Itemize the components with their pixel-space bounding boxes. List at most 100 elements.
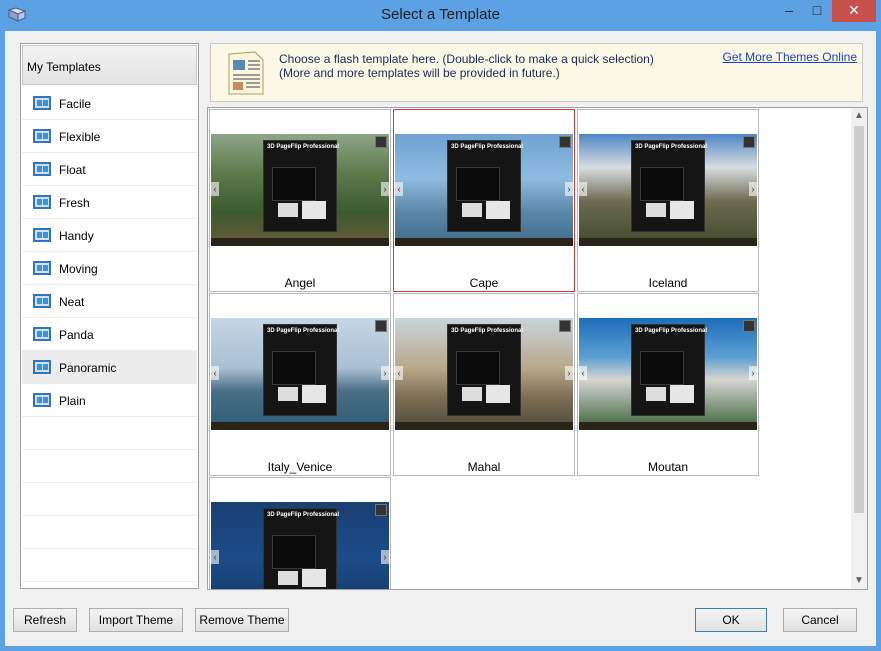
toolbar-strip bbox=[395, 238, 573, 246]
template-icon bbox=[33, 261, 51, 275]
next-page-icon: › bbox=[749, 182, 757, 196]
template-list-item[interactable]: Fresh bbox=[22, 186, 197, 219]
close-button[interactable]: ✕ bbox=[832, 0, 876, 22]
template-thumbnail: 3D PageFlip Professional ‹ › bbox=[395, 318, 573, 430]
template-thumbnail: 3D PageFlip Professional ‹ › bbox=[579, 134, 757, 246]
template-icon bbox=[33, 327, 51, 341]
monitor-icon bbox=[278, 203, 298, 217]
empty-list-row bbox=[22, 549, 197, 582]
book-cover: 3D PageFlip Professional bbox=[263, 324, 339, 416]
template-name: Moutan bbox=[647, 460, 689, 474]
prev-page-icon: ‹ bbox=[211, 550, 219, 564]
monitor-icon bbox=[462, 387, 482, 401]
vertical-scrollbar[interactable]: ▲ ▼ bbox=[851, 108, 867, 589]
template-name: Iceland bbox=[648, 276, 688, 290]
book-screen bbox=[272, 535, 316, 569]
next-page-icon: › bbox=[381, 550, 389, 564]
my-templates-header[interactable]: My Templates bbox=[22, 45, 197, 85]
next-page-icon: › bbox=[749, 366, 757, 380]
template-thumbnail: 3D PageFlip Professional ‹ › bbox=[579, 318, 757, 430]
minimize-button[interactable]: – bbox=[775, 0, 803, 22]
monitor-icon bbox=[486, 201, 510, 219]
scrollbar-thumb[interactable] bbox=[854, 126, 864, 513]
monitor-icon bbox=[646, 387, 666, 401]
book-screen bbox=[456, 167, 500, 201]
corner-logo-icon bbox=[559, 320, 571, 332]
prev-page-icon: ‹ bbox=[579, 182, 587, 196]
import-theme-button[interactable]: Import Theme bbox=[89, 608, 183, 632]
template-list-item[interactable]: Panoramic bbox=[22, 351, 197, 384]
template-list-label: Neat bbox=[59, 295, 85, 309]
template-icon bbox=[33, 360, 51, 374]
book-screen bbox=[272, 167, 316, 201]
info-text-line2: (More and more templates will be provide… bbox=[279, 66, 560, 80]
monitor-icon bbox=[646, 203, 666, 217]
dialog-client: My Templates Facile Flexible Float Fresh Han… bbox=[5, 31, 876, 646]
monitor-icon bbox=[302, 385, 326, 403]
ok-button[interactable]: OK bbox=[695, 608, 767, 632]
template-list-item[interactable]: Plain bbox=[22, 384, 197, 417]
template-icon bbox=[33, 294, 51, 308]
empty-list-row bbox=[22, 450, 197, 483]
get-more-themes-link[interactable]: Get More Themes Online bbox=[722, 50, 857, 64]
template-tile[interactable]: 3D PageFlip Professional ‹ › Angel bbox=[209, 109, 391, 292]
template-list-label: Moving bbox=[59, 262, 98, 276]
monitor-icon bbox=[486, 385, 510, 403]
monitor-icon bbox=[462, 203, 482, 217]
template-name: Mahal bbox=[467, 460, 501, 474]
book-cover: 3D PageFlip Professional bbox=[631, 140, 707, 232]
next-page-icon: › bbox=[381, 182, 389, 196]
template-tile[interactable]: 3D PageFlip Professional ‹ › Moutan bbox=[577, 293, 759, 476]
template-list-item[interactable]: Handy bbox=[22, 219, 197, 252]
book-cover: 3D PageFlip Professional bbox=[263, 508, 339, 589]
template-list-label: Float bbox=[59, 163, 86, 177]
corner-logo-icon bbox=[375, 320, 387, 332]
template-tile[interactable]: 3D PageFlip Professional ‹ › Cape bbox=[393, 109, 575, 292]
template-list-item[interactable]: Facile bbox=[22, 87, 197, 120]
corner-logo-icon bbox=[743, 320, 755, 332]
template-icon bbox=[33, 96, 51, 110]
title-bar[interactable]: Select a Template – □ ✕ bbox=[0, 0, 881, 31]
prev-page-icon: ‹ bbox=[395, 366, 403, 380]
template-list-item[interactable]: Panda bbox=[22, 318, 197, 351]
template-name: Cape bbox=[469, 276, 499, 290]
template-list-item[interactable]: Neat bbox=[22, 285, 197, 318]
template-list-item[interactable]: Moving bbox=[22, 252, 197, 285]
book-screen bbox=[640, 167, 684, 201]
template-list-label: Handy bbox=[59, 229, 94, 243]
watermark: SOFTPEDIA bbox=[578, 292, 713, 317]
info-text-line1: Choose a flash template here. (Double-cl… bbox=[279, 52, 654, 66]
prev-page-icon: ‹ bbox=[579, 366, 587, 380]
info-banner: Choose a flash template here. (Double-cl… bbox=[210, 43, 863, 102]
book-cover: 3D PageFlip Professional bbox=[263, 140, 339, 232]
book-title: 3D PageFlip Professional bbox=[451, 328, 524, 334]
template-icon bbox=[33, 393, 51, 407]
book-screen bbox=[456, 351, 500, 385]
remove-theme-button[interactable]: Remove Theme bbox=[195, 608, 289, 632]
monitor-icon bbox=[302, 201, 326, 219]
book-screen bbox=[640, 351, 684, 385]
template-tile[interactable]: 3D PageFlip Professional ‹ › bbox=[209, 477, 391, 589]
prev-page-icon: ‹ bbox=[211, 182, 219, 196]
next-page-icon: › bbox=[565, 182, 573, 196]
template-tile[interactable]: 3D PageFlip Professional ‹ › Italy_Venice bbox=[209, 293, 391, 476]
book-title: 3D PageFlip Professional bbox=[635, 328, 708, 334]
template-list-item[interactable]: Flexible bbox=[22, 120, 197, 153]
template-tile[interactable]: 3D PageFlip Professional ‹ › Mahal bbox=[393, 293, 575, 476]
toolbar-strip bbox=[395, 422, 573, 430]
cancel-button[interactable]: Cancel bbox=[783, 608, 857, 632]
template-list-item[interactable]: Float bbox=[22, 153, 197, 186]
scroll-up-arrow-icon[interactable]: ▲ bbox=[851, 108, 867, 124]
maximize-button[interactable]: □ bbox=[803, 0, 831, 22]
prev-page-icon: ‹ bbox=[211, 366, 219, 380]
template-grid: 3D PageFlip Professional ‹ › 3D PageFlip Pr… bbox=[207, 107, 868, 590]
scroll-down-arrow-icon[interactable]: ▼ bbox=[851, 573, 867, 589]
template-tile[interactable]: 3D PageFlip Professional ‹ › Iceland bbox=[577, 109, 759, 292]
template-icon bbox=[33, 129, 51, 143]
book-screen bbox=[272, 351, 316, 385]
monitor-icon bbox=[278, 571, 298, 585]
refresh-button[interactable]: Refresh bbox=[13, 608, 77, 632]
template-list-label: Plain bbox=[59, 394, 86, 408]
book-cover: 3D PageFlip Professional bbox=[447, 324, 524, 416]
monitor-icon bbox=[302, 569, 326, 587]
